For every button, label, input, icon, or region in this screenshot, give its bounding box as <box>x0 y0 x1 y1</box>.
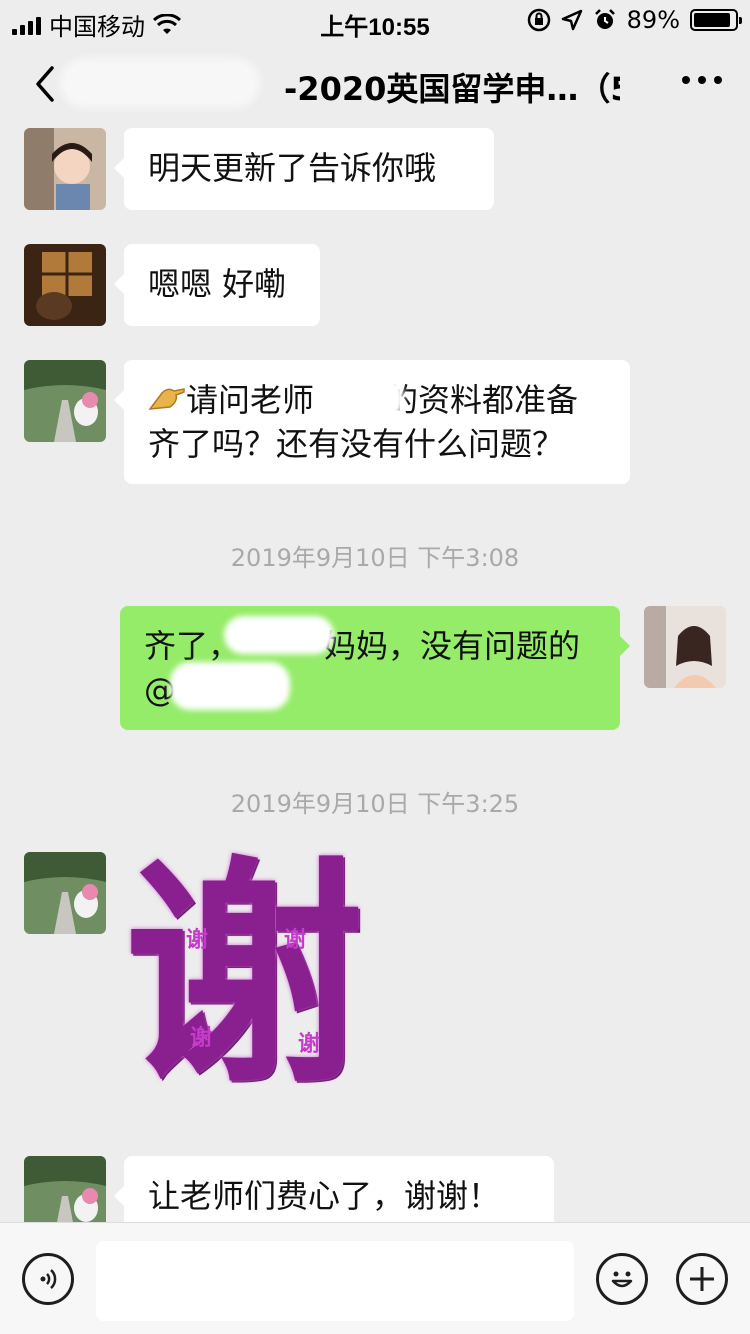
message-text: 让老师们费心了，谢谢！ <box>148 1177 501 1215</box>
avatar-garden[interactable] <box>24 852 106 934</box>
message-text: 嗯嗯 好嘞 <box>148 265 287 303</box>
avatar-sunset[interactable] <box>24 244 106 326</box>
input-bar <box>0 1222 750 1334</box>
chevron-left-icon[interactable] <box>28 62 64 106</box>
emoji-icon[interactable] <box>596 1253 648 1305</box>
avatar-garden[interactable] <box>24 360 106 442</box>
orientation-lock-icon <box>527 8 550 32</box>
status-bar: 中国移动 上午10:55 89% <box>0 0 750 41</box>
message-text: 请问老师 <box>186 381 315 419</box>
message-text: 明天更新了告诉你哦 <box>148 149 437 187</box>
plus-icon[interactable] <box>676 1253 728 1305</box>
nav-bar: -2020英国留学申…（5） <box>0 40 750 128</box>
location-icon <box>561 9 582 31</box>
chat-screen: 中国移动 上午10:55 89% -2020英国留学申…（ 明天更新了告诉你哦 … <box>0 0 750 1334</box>
redacted-mention <box>170 662 290 710</box>
status-right: 89% <box>527 6 742 34</box>
pointing-hand-icon <box>148 388 185 410</box>
message-bubble[interactable]: 明天更新了告诉你哦 <box>114 128 494 210</box>
message-bubble-self[interactable]: 齐了， 妈妈，没有问题的 @ <box>120 606 630 730</box>
sticker-small-glyph: 谢 <box>190 1026 213 1051</box>
timestamp: 2019年9月10日 下午3:25 <box>230 790 520 818</box>
chat-title-text: -2020英国留学申…（5） <box>284 70 620 108</box>
battery-fill <box>694 13 730 27</box>
timestamp: 2019年9月10日 下午3:08 <box>230 544 520 572</box>
sticker-small-glyph: 谢 <box>186 928 209 953</box>
battery-percent: 89% <box>626 6 680 34</box>
avatar-girl[interactable] <box>24 128 106 210</box>
message-text: 齐了吗？还有没有什么问题？ <box>148 425 565 463</box>
message-bubble[interactable]: 请问老师 的资料都准备 齐了吗？还有没有什么问题？ <box>114 360 630 484</box>
battery-icon <box>690 9 742 31</box>
avatar-self[interactable] <box>644 606 726 688</box>
message-text: 的资料都准备 <box>386 381 579 419</box>
message-bubble[interactable]: 嗯嗯 好嘞 <box>114 244 320 326</box>
message-text: 妈妈，没有问题的 <box>324 627 581 665</box>
redacted-name <box>224 616 334 654</box>
message-input[interactable] <box>96 1241 574 1321</box>
alarm-icon <box>594 9 615 29</box>
voice-icon[interactable] <box>22 1253 74 1305</box>
sticker-small-glyph: 谢 <box>298 1032 321 1057</box>
thanks-sticker[interactable]: 谢 谢 谢 谢 谢 <box>124 840 374 1120</box>
redacted-title <box>60 58 260 108</box>
redacted-name <box>328 376 404 420</box>
sticker-small-glyph: 谢 <box>284 928 307 953</box>
sticker-glyph: 谢 <box>124 834 365 1116</box>
more-dots-icon[interactable] <box>682 76 722 84</box>
